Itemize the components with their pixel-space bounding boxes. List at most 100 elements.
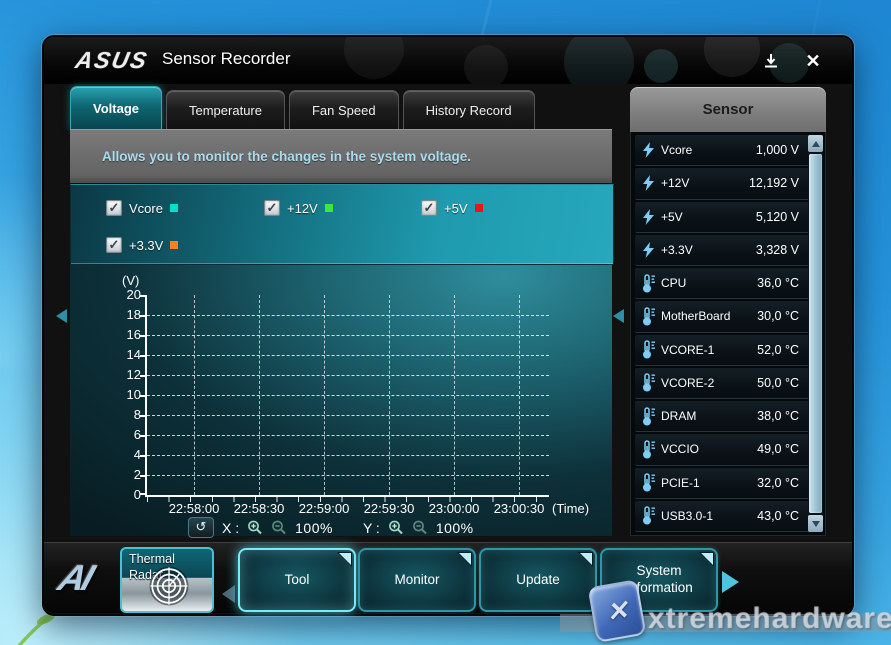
nav-button-label: Tool (285, 572, 310, 589)
tab-label: History Record (426, 103, 512, 118)
tab-history-record[interactable]: History Record (403, 90, 535, 129)
info-text: Allows you to monitor the changes in the… (102, 149, 471, 164)
nav-scroll-left-arrow[interactable] (222, 585, 235, 603)
gridline (194, 295, 195, 495)
thermometer-icon (635, 274, 661, 293)
scroll-down-button[interactable] (808, 515, 823, 532)
checkbox-icon[interactable]: ✓ (106, 237, 122, 253)
y-tick-label: 18 (103, 307, 141, 322)
y-tick-label: 16 (103, 327, 141, 342)
close-button[interactable]: ✕ (800, 50, 826, 72)
sensor-label: VCCIO (661, 442, 757, 456)
legend-label: +5V (444, 201, 468, 216)
sensor-row-usb3: USB3.0-1 43,0 °C (635, 501, 821, 532)
thermometer-icon (635, 473, 661, 492)
checkmark-icon: ✓ (109, 238, 120, 251)
info-bar: Allows you to monitor the changes in the… (70, 129, 612, 183)
sensor-row-dram: DRAM 38,0 °C (635, 401, 821, 432)
nav-button-tool[interactable]: Tool (238, 548, 356, 612)
series-color-swatch (170, 241, 178, 249)
folded-corner-icon (701, 553, 713, 565)
legend-item-12v[interactable]: ✓ +12V (264, 200, 333, 216)
tab-fan-speed[interactable]: Fan Speed (289, 90, 399, 129)
x-zoom-value: 100% (295, 520, 333, 536)
sensor-value: 3,328 V (756, 243, 799, 257)
thermal-radar-button[interactable]: ThermalRadar (120, 547, 214, 613)
legend-item-vcore[interactable]: ✓ Vcore (106, 200, 178, 216)
x-tick-label: 22:59:00 (299, 501, 350, 516)
tab-label: Fan Speed (312, 103, 376, 118)
sensor-panel: Sensor Vcore 1,000 V +12V 12,192 V +5V 5… (630, 87, 826, 539)
checkbox-icon[interactable]: ✓ (264, 200, 280, 216)
legend-label: +12V (287, 201, 318, 216)
chevron-down-icon (812, 521, 820, 527)
sensor-label: +3.3V (661, 243, 756, 257)
x-zoom-out-button[interactable] (271, 520, 287, 536)
sensor-label: USB3.0-1 (661, 509, 757, 523)
y-tick-label: 20 (103, 287, 141, 302)
gridline (147, 335, 549, 336)
bokeh-decoration (644, 49, 678, 83)
asus-logo: ASUS (73, 47, 151, 74)
sensor-row-12v: +12V 12,192 V (635, 168, 821, 199)
voltage-chart: (V) (70, 265, 612, 536)
y-zoom-in-button[interactable] (388, 520, 404, 536)
panel-collapse-left-arrow[interactable] (56, 309, 67, 323)
y-zoom-value: 100% (436, 520, 474, 536)
y-tick-label: 0 (103, 487, 141, 502)
chevron-up-icon (812, 141, 820, 147)
thermometer-icon (635, 373, 661, 392)
sensor-row-cpu: CPU 36,0 °C (635, 268, 821, 299)
checkbox-icon[interactable]: ✓ (421, 200, 437, 216)
sensor-row-motherboard: MotherBoard 30,0 °C (635, 301, 821, 332)
thermometer-icon (635, 506, 661, 525)
sensor-row-vcore1: VCORE-1 52,0 °C (635, 335, 821, 366)
sensor-value: 30,0 °C (757, 309, 799, 323)
tab-voltage[interactable]: Voltage (70, 86, 162, 129)
sensor-row-3-3v: +3.3V 3,328 V (635, 235, 821, 266)
nav-scroll-right-arrow[interactable] (722, 571, 739, 593)
titlebar: ASUS Sensor Recorder ✕ (44, 37, 852, 84)
plot-area: 20 18 16 14 12 10 8 6 4 2 0 22:58:00 22:… (145, 295, 549, 497)
gridline (454, 295, 455, 495)
sensor-value: 32,0 °C (757, 476, 799, 490)
sensor-panel-header: Sensor (630, 87, 826, 132)
nav-button-monitor[interactable]: Monitor (358, 548, 476, 612)
sensor-value: 49,0 °C (757, 442, 799, 456)
thermometer-icon (635, 307, 661, 326)
gridline (147, 475, 549, 476)
folded-corner-icon (459, 553, 471, 565)
thermometer-icon (635, 340, 661, 359)
sensor-label: CPU (661, 276, 757, 290)
sensor-scrollbar[interactable] (808, 135, 823, 532)
voltage-icon (635, 142, 661, 158)
sensor-label: PCIE-1 (661, 476, 757, 490)
legend-item-3-3v[interactable]: ✓ +3.3V (106, 237, 178, 253)
x-zoom-label: X : (222, 520, 239, 536)
sensor-label: DRAM (661, 409, 757, 423)
panel-collapse-right-arrow[interactable] (613, 309, 624, 323)
tab-temperature[interactable]: Temperature (166, 90, 285, 129)
sensor-row-vcore2: VCORE-2 50,0 °C (635, 368, 821, 399)
gridline (147, 355, 549, 356)
legend-item-5v[interactable]: ✓ +5V (421, 200, 483, 216)
y-zoom-label: Y : (363, 520, 380, 536)
sensor-value: 5,120 V (756, 210, 799, 224)
nav-button-update[interactable]: Update (479, 548, 597, 612)
y-axis-unit: (V) (122, 273, 139, 288)
gridline (324, 295, 325, 495)
scrollbar-thumb[interactable] (809, 154, 822, 513)
reset-zoom-button[interactable]: ↺ (188, 517, 214, 538)
scroll-up-button[interactable] (808, 135, 823, 152)
zoom-controls: ↺ X : 100% Y : 100% (188, 517, 474, 538)
sensor-value: 52,0 °C (757, 343, 799, 357)
titlebar-download-button[interactable] (758, 50, 784, 72)
sensor-row-5v: +5V 5,120 V (635, 202, 821, 233)
y-tick-label: 4 (103, 447, 141, 462)
y-zoom-out-button[interactable] (412, 520, 428, 536)
x-zoom-in-button[interactable] (247, 520, 263, 536)
checkbox-icon[interactable]: ✓ (106, 200, 122, 216)
tab-label: Voltage (93, 101, 139, 116)
tab-label: Temperature (189, 103, 262, 118)
watermark-x-icon: ✕ (604, 594, 631, 628)
